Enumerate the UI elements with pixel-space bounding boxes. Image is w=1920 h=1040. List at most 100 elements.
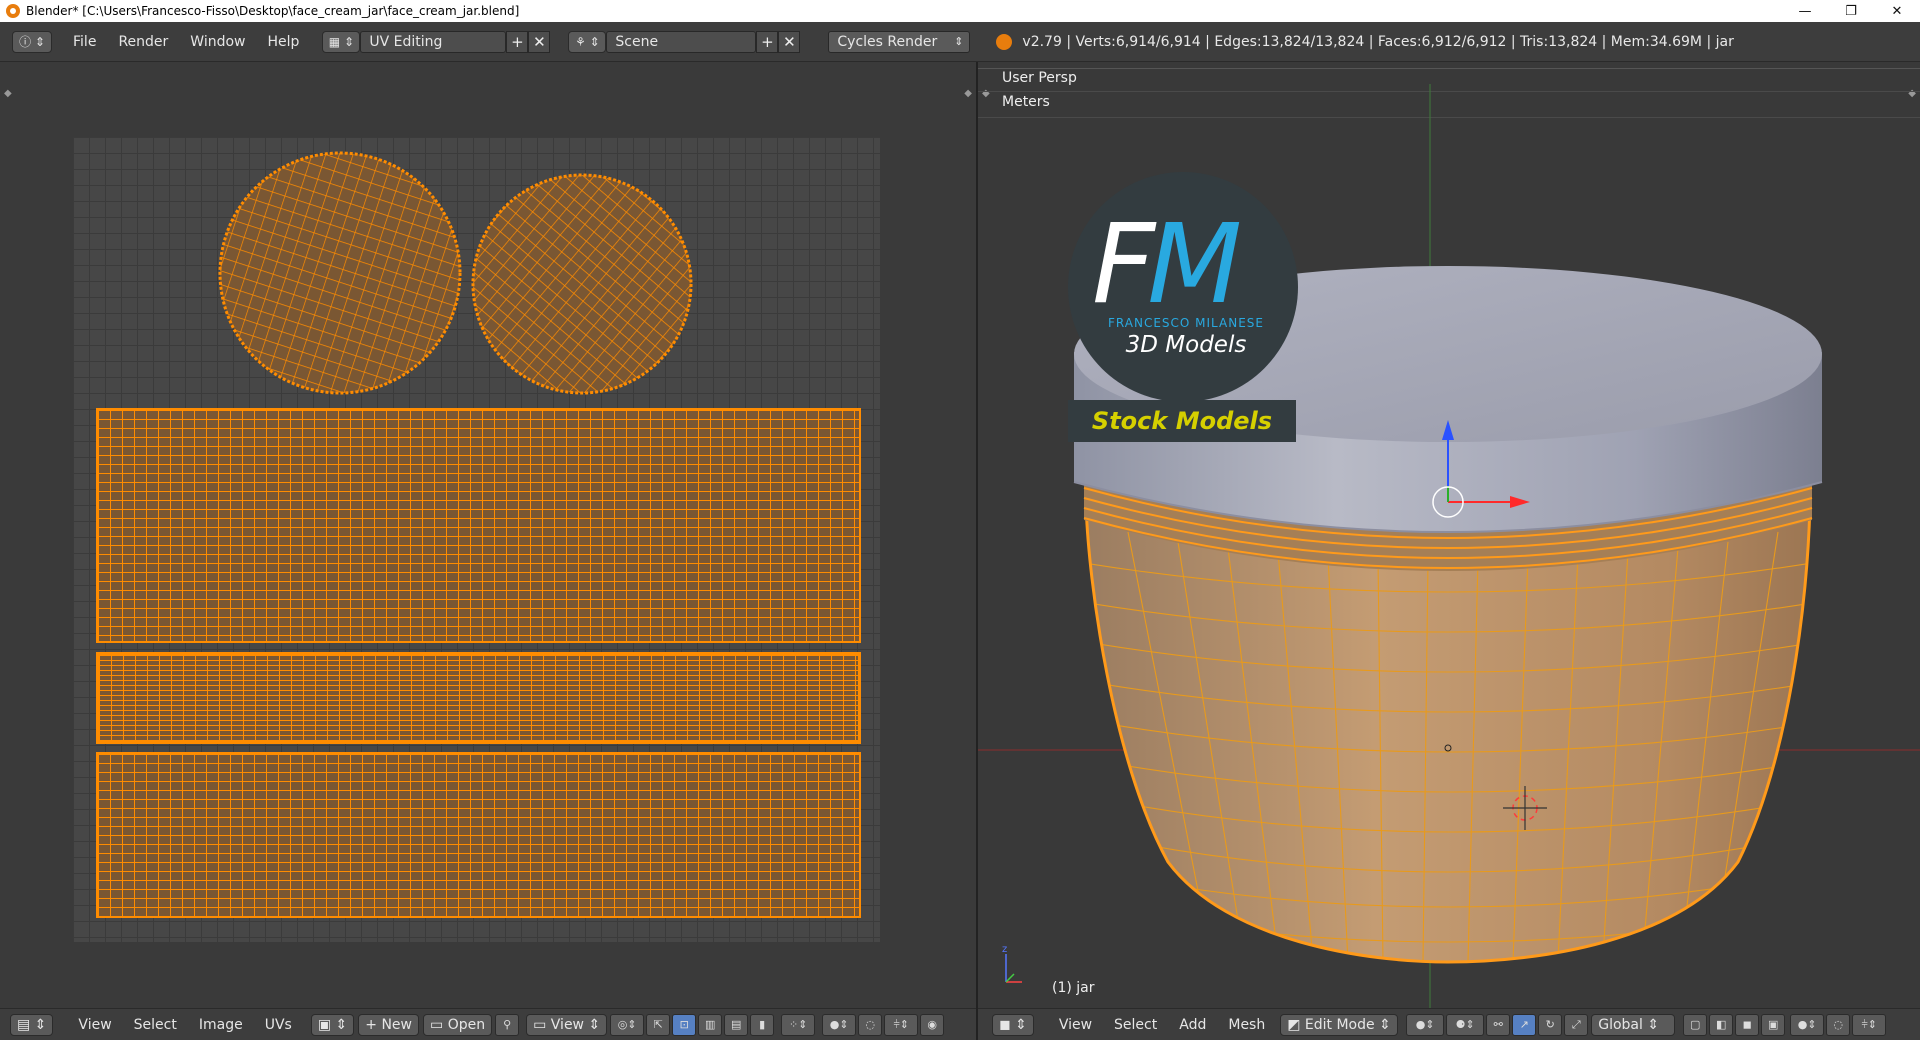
plus-icon: + <box>511 32 524 51</box>
rotate-manipulator-icon[interactable]: ↻ <box>1538 1013 1563 1036</box>
window-title: Blender* [C:\Users\Francesco-Fisso\Deskt… <box>26 4 520 18</box>
watermark-logo: FM <box>1092 200 1242 328</box>
blender-logo-icon <box>6 4 20 18</box>
uv-island-lid-side[interactable] <box>96 408 861 643</box>
proportional-edit-icon[interactable]: ●⇕ <box>822 1013 857 1036</box>
menu-render[interactable]: Render <box>107 30 179 54</box>
blender-info-icon <box>996 33 1013 50</box>
close-icon: ✕ <box>533 32 546 51</box>
info-icon: ⓘ ⇕ <box>19 35 45 49</box>
pivot-icon[interactable]: ◎⇕ <box>610 1013 645 1036</box>
shading-icon[interactable]: ●⇕ <box>1406 1013 1445 1036</box>
screen-layout-field[interactable]: UV Editing <box>360 30 507 53</box>
watermark-tagline: 3D Models <box>1125 332 1247 358</box>
chevron-updown-icon: ⇕ <box>1374 1016 1391 1033</box>
uv-menu-image[interactable]: Image <box>188 1017 254 1033</box>
restore-button[interactable]: ❐ <box>1828 0 1874 22</box>
editor-type-button[interactable]: ◼ ⇕ <box>992 1013 1034 1036</box>
3d-menu-select[interactable]: Select <box>1103 1017 1168 1033</box>
uv-menu-select[interactable]: Select <box>123 1017 188 1033</box>
snap-toggle-icon[interactable]: ◌ <box>1826 1013 1851 1036</box>
3d-menu-mesh[interactable]: Mesh <box>1217 1017 1276 1033</box>
snap-target-icon[interactable]: ⫩⇕ <box>1852 1013 1887 1036</box>
main-menu: File Render Window Help <box>62 30 310 54</box>
vertex-select-mode-icon[interactable]: ▢ <box>1683 1013 1708 1036</box>
uv-island-jar-bottom[interactable] <box>471 173 693 395</box>
new-image-button[interactable]: + New <box>358 1013 419 1036</box>
edge-select-mode-icon[interactable]: ◧ <box>1709 1013 1734 1036</box>
close-button[interactable]: ✕ <box>1874 0 1920 22</box>
pivot-point-icon[interactable]: ⚈⇕ <box>1446 1013 1485 1036</box>
render-engine-select[interactable]: Cycles Render ⇕ <box>828 30 971 53</box>
svg-text:z: z <box>1002 944 1007 955</box>
add-scene-button[interactable]: + <box>756 30 779 53</box>
scene-field[interactable]: Scene <box>606 30 757 53</box>
view-mode-icon: ▭ <box>533 1016 551 1033</box>
translate-manipulator-icon[interactable]: ↗ <box>1512 1013 1537 1036</box>
vertex-select-icon[interactable]: ⊡ <box>672 1013 697 1036</box>
uv-menu-view[interactable]: View <box>67 1017 122 1033</box>
layout-grid-icon: ▦ ⇕ <box>328 34 355 49</box>
folder-icon: ▭ <box>430 1016 448 1033</box>
menu-help[interactable]: Help <box>256 30 310 54</box>
watermark-banner: Stock Models <box>1068 400 1296 442</box>
3d-menu-view[interactable]: View <box>1048 1017 1103 1033</box>
scene-icon: ⚘ ⇕ <box>575 34 600 49</box>
uv-island-lid-top[interactable] <box>218 151 462 395</box>
image-browse-icon: ▣ ⇕ <box>317 1016 348 1033</box>
editor-type-info-button[interactable]: ⓘ ⇕ <box>12 30 52 53</box>
sync-selection-icon[interactable]: ⇱ <box>646 1013 671 1036</box>
screen-layout-icon-button[interactable]: ▦ ⇕ <box>322 30 361 53</box>
limit-selection-icon[interactable]: ▣ <box>1761 1013 1786 1036</box>
view-axis-indicator: z <box>1002 944 1022 983</box>
island-select-icon[interactable]: ▮ <box>750 1013 775 1036</box>
3d-menu-add[interactable]: Add <box>1168 1017 1217 1033</box>
minimize-button[interactable]: — <box>1782 0 1828 22</box>
menu-window[interactable]: Window <box>179 30 256 54</box>
add-screen-button[interactable]: + <box>506 30 529 53</box>
chevron-updown-icon: ⇕ <box>954 35 964 48</box>
manipulator-toggle-icon[interactable]: ⚯ <box>1486 1013 1511 1036</box>
uv-island-rim-bands[interactable] <box>96 652 861 744</box>
chevron-updown-icon: ⇕ <box>584 1016 601 1033</box>
3d-view-icon: ◼ ⇕ <box>999 1016 1027 1033</box>
transform-orientation-select[interactable]: Global ⇕ <box>1591 1013 1676 1036</box>
uv-image-editor[interactable]: ◆ ◆ <box>0 62 976 1008</box>
face-select-icon[interactable]: ▤ <box>724 1013 749 1036</box>
info-header: ⓘ ⇕ File Render Window Help ▦ ⇕ UV Editi… <box>0 22 1920 62</box>
watermark-letter-f: F <box>1092 200 1155 328</box>
view-mode-label: View <box>550 1016 585 1033</box>
image-browse-button[interactable]: ▣ ⇕ <box>310 1013 355 1036</box>
edge-select-icon[interactable]: ▥ <box>698 1013 723 1036</box>
mode-label: Edit Mode <box>1304 1016 1375 1033</box>
remove-scene-button[interactable]: ✕ <box>778 30 801 53</box>
chevron-updown-icon: ⇕ <box>1642 1016 1660 1033</box>
view-mode-select[interactable]: ▭ View ⇕ <box>526 1013 608 1036</box>
proportional-editing-icon[interactable]: ●⇕ <box>1790 1013 1825 1036</box>
snap-element-icon[interactable]: ⫩⇕ <box>884 1013 919 1036</box>
scopes-icon[interactable]: ◉ <box>920 1013 945 1036</box>
open-image-button[interactable]: ▭ Open <box>423 1013 493 1036</box>
plus-icon: + <box>365 1016 382 1033</box>
pin-icon[interactable]: ⚲ <box>495 1013 520 1036</box>
uv-menu-uvs[interactable]: UVs <box>254 1017 303 1033</box>
scene-statistics: v2.79 | Verts:6,914/6,914 | Edges:13,824… <box>1022 33 1734 50</box>
plus-icon: + <box>761 32 774 51</box>
snap-icon[interactable]: ◌ <box>858 1013 883 1036</box>
menu-file[interactable]: File <box>62 30 107 54</box>
face-select-mode-icon[interactable]: ◼ <box>1735 1013 1760 1036</box>
mode-select[interactable]: ◩ Edit Mode ⇕ <box>1280 1013 1399 1036</box>
active-object-label: (1) jar <box>1052 980 1095 996</box>
sticky-select-icon[interactable]: ⁘⇕ <box>781 1013 816 1036</box>
editor-type-button[interactable]: ▤ ⇕ <box>10 1013 54 1036</box>
scale-manipulator-icon[interactable]: ⤢ <box>1564 1013 1589 1036</box>
watermark-subtitle: FRANCESCO MILANESE <box>1108 316 1264 330</box>
3d-view-header: ◼ ⇕ View Select Add Mesh ◩ Edit Mode ⇕ ●… <box>978 1008 1920 1040</box>
new-image-label: New <box>381 1016 412 1033</box>
window-titlebar: Blender* [C:\Users\Francesco-Fisso\Deskt… <box>0 0 1920 22</box>
close-icon: ✕ <box>783 32 796 51</box>
uv-island-jar-side[interactable] <box>96 752 861 918</box>
scene-icon-button[interactable]: ⚘ ⇕ <box>568 30 607 53</box>
remove-screen-button[interactable]: ✕ <box>528 30 551 53</box>
watermark-letter-m: M <box>1147 200 1242 328</box>
